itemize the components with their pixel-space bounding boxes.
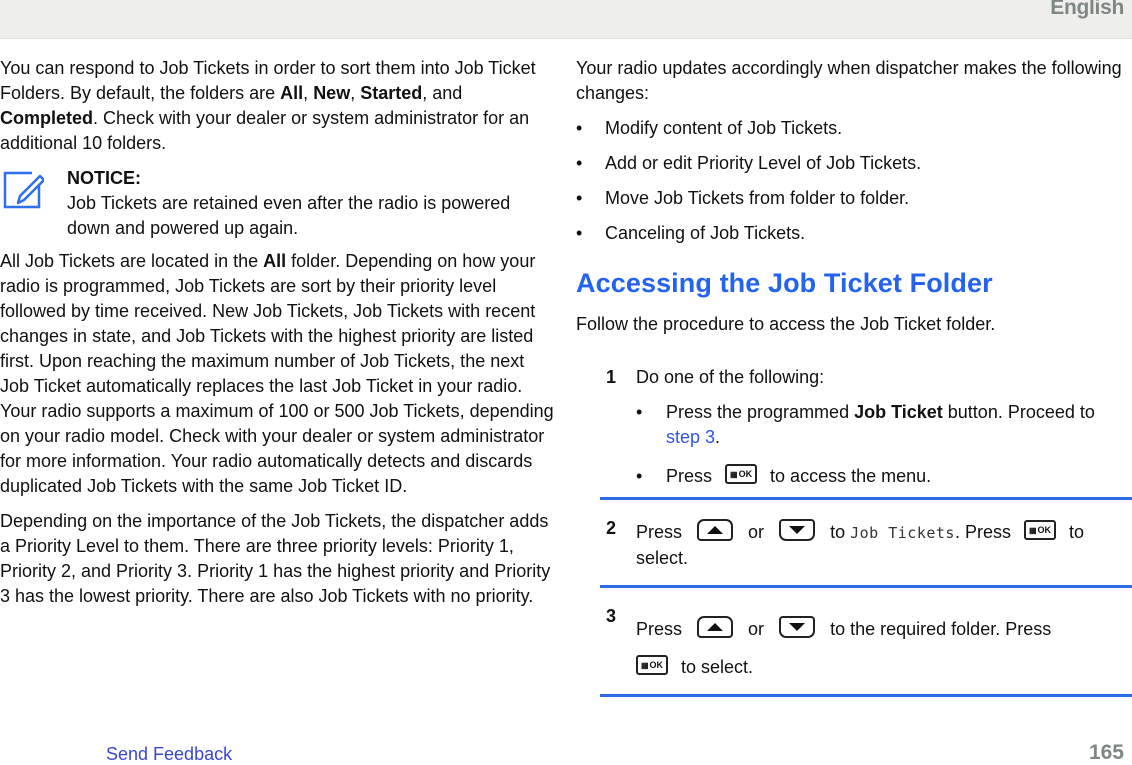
step-number: 2 bbox=[606, 518, 617, 538]
step-number: 3 bbox=[606, 606, 617, 626]
ok-label: OK bbox=[738, 469, 753, 480]
text: , and bbox=[422, 83, 463, 103]
text: , bbox=[350, 83, 361, 103]
up-arrow-key-icon bbox=[697, 519, 734, 542]
text: , bbox=[303, 83, 314, 103]
folder-name-all: All bbox=[263, 251, 287, 271]
bullet: • bbox=[636, 402, 643, 422]
right-column: Your radio updates accordingly when disp… bbox=[576, 56, 1132, 697]
ok-menu-key-icon: ▦ OK bbox=[1024, 520, 1056, 541]
job-ticket-button-name: Job Ticket bbox=[854, 402, 943, 422]
text: . Press bbox=[954, 522, 1011, 542]
pencil-edit-icon bbox=[3, 171, 44, 209]
menu-grid-glyph: ▦ bbox=[640, 661, 649, 671]
list-item-text: Add or edit Priority Level of Job Ticket… bbox=[605, 153, 922, 173]
down-arrow-key-icon bbox=[779, 519, 816, 542]
language-label: English bbox=[1050, 0, 1124, 19]
folder-name-all: All bbox=[280, 83, 304, 103]
step-text: Do one of the following: bbox=[636, 367, 825, 387]
procedure-step-2: 2 Press or to Job Tickets. Press ▦ OK to … bbox=[600, 497, 1132, 579]
page-number: 165 bbox=[1088, 741, 1124, 764]
step-3-link[interactable]: step 3 bbox=[666, 427, 715, 447]
display-menu-text: Job Tickets bbox=[850, 524, 955, 542]
list-item: • Add or edit Priority Level of Job Ticke… bbox=[576, 151, 1132, 176]
list-item-text: Canceling of Job Tickets. bbox=[605, 223, 806, 243]
priority-paragraph: Depending on the importance of the Job T… bbox=[0, 511, 551, 606]
bullet: • bbox=[576, 118, 583, 138]
intro-paragraph: You can respond to Job Tickets in order … bbox=[0, 56, 556, 156]
bullet: • bbox=[576, 188, 583, 208]
text: folder. Depending on how your radio is p… bbox=[0, 251, 554, 496]
menu-grid-glyph: ▦ bbox=[1028, 526, 1037, 536]
notice-box: NOTICE: Job Tickets are retained even af… bbox=[0, 166, 556, 241]
section-intro: Follow the procedure to access the Job T… bbox=[576, 314, 996, 334]
left-column: You can respond to Job Tickets in order … bbox=[0, 56, 556, 609]
procedure-step-1: 1 Do one of the following: • Press the p… bbox=[576, 365, 1132, 489]
text: Press bbox=[636, 619, 683, 639]
folder-name-started: Started bbox=[360, 83, 423, 103]
ok-label: OK bbox=[1037, 525, 1052, 536]
up-arrow-key-icon bbox=[697, 616, 734, 639]
ok-menu-key-icon: ▦ OK bbox=[725, 464, 758, 485]
text: . bbox=[715, 427, 721, 447]
list-item: • Modify content of Job Tickets. bbox=[576, 116, 1132, 141]
notice-title: NOTICE: bbox=[67, 168, 141, 188]
step-option: • Press the programmed Job Ticket button… bbox=[636, 400, 1132, 450]
step-number: 1 bbox=[606, 367, 617, 387]
folder-name-completed: Completed bbox=[0, 108, 94, 128]
list-item: • Move Job Tickets from folder to folder. bbox=[576, 186, 1132, 211]
step-divider bbox=[600, 694, 1132, 697]
text: or bbox=[748, 619, 765, 639]
text: Press bbox=[666, 466, 713, 486]
list-item-text: Move Job Tickets from folder to folder. bbox=[605, 188, 910, 208]
page-header-bar: English bbox=[0, 0, 1132, 39]
text: to bbox=[830, 522, 846, 542]
ok-label: OK bbox=[649, 660, 664, 671]
procedure-step-3: 3 Press or to the required folder. Press… bbox=[600, 585, 1132, 694]
section-heading: Accessing the Job Ticket Folder bbox=[576, 268, 993, 298]
text: All Job Tickets are located in the bbox=[0, 251, 264, 271]
changes-list: • Modify content of Job Tickets. • Add or … bbox=[576, 116, 1132, 246]
updates-intro: Your radio updates accordingly when disp… bbox=[576, 58, 1122, 103]
step-option: • Press ▦ OK to access the menu. bbox=[636, 464, 1132, 489]
text: to the required folder. Press bbox=[830, 619, 1052, 639]
text: to select. bbox=[681, 657, 754, 677]
text: Press the programmed bbox=[666, 402, 855, 422]
menu-grid-glyph: ▦ bbox=[730, 470, 738, 480]
folder-name-new: New bbox=[313, 83, 351, 103]
folder-sorting-paragraph: All Job Tickets are located in the All f… bbox=[0, 249, 556, 499]
down-arrow-key-icon bbox=[779, 616, 816, 639]
bullet: • bbox=[636, 466, 643, 486]
bullet: • bbox=[576, 153, 583, 173]
list-item: • Canceling of Job Tickets. bbox=[576, 221, 1132, 246]
ok-menu-key-icon: ▦ OK bbox=[636, 655, 668, 676]
text: or bbox=[748, 522, 765, 542]
bullet: • bbox=[576, 223, 583, 243]
text: Press bbox=[636, 522, 683, 542]
list-item-text: Modify content of Job Tickets. bbox=[605, 118, 843, 138]
notice-body: Job Tickets are retained even after the … bbox=[67, 193, 511, 238]
text: to access the menu. bbox=[770, 466, 932, 486]
text: button. Proceed to bbox=[942, 402, 1095, 422]
